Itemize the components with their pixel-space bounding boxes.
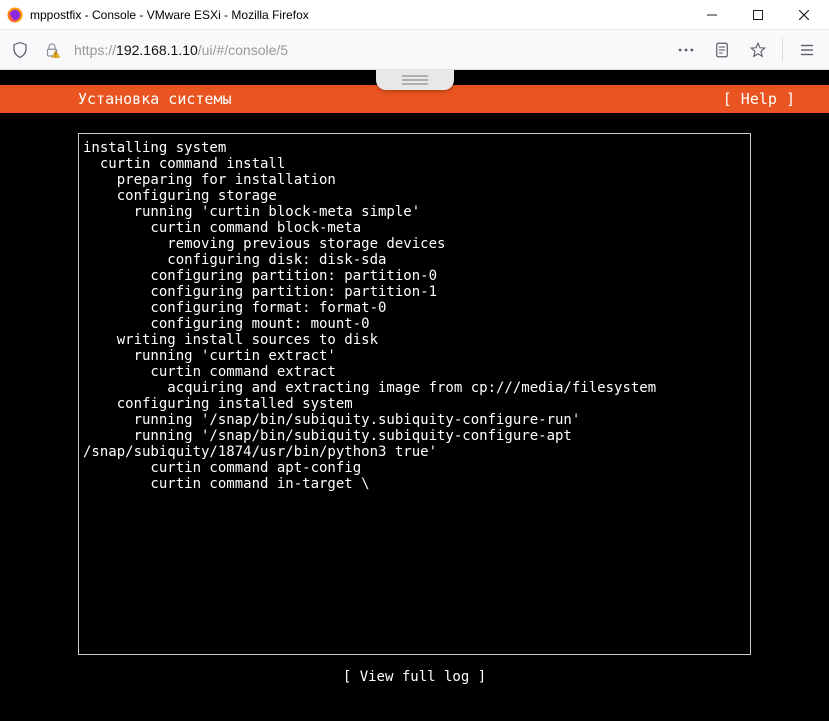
bookmark-button[interactable] — [742, 34, 774, 66]
window-title: mppostfix - Console - VMware ESXi - Mozi… — [30, 8, 689, 22]
firefox-icon — [6, 6, 24, 24]
page-actions-button[interactable] — [670, 34, 702, 66]
close-button[interactable] — [781, 0, 827, 30]
url-scheme: https:// — [74, 42, 116, 58]
address-bar[interactable]: https://192.168.1.10/ui/#/console/5 — [70, 42, 666, 58]
terminal-area: installing system curtin command install… — [0, 113, 829, 721]
install-log: installing system curtin command install… — [78, 133, 751, 655]
app-menu-button[interactable] — [791, 34, 823, 66]
browser-toolbar: https://192.168.1.10/ui/#/console/5 — [0, 30, 829, 70]
toolbar-divider — [782, 38, 783, 62]
url-path: /ui/#/console/5 — [198, 42, 288, 58]
console-viewport: Установка системы [ Help ] installing sy… — [0, 70, 829, 721]
window-titlebar: mppostfix - Console - VMware ESXi - Mozi… — [0, 0, 829, 30]
view-full-log-button[interactable]: [ View full log ] — [78, 655, 751, 709]
minimize-button[interactable] — [689, 0, 735, 30]
help-button[interactable]: [ Help ] — [723, 90, 795, 108]
window-controls — [689, 0, 827, 30]
url-host: 192.168.1.10 — [116, 42, 198, 58]
maximize-button[interactable] — [735, 0, 781, 30]
console-pull-tab[interactable] — [376, 70, 454, 90]
tracking-protection-icon[interactable] — [6, 36, 34, 64]
installer-header-title: Установка системы — [78, 90, 723, 108]
reader-mode-button[interactable] — [706, 34, 738, 66]
lock-warning-icon[interactable] — [38, 36, 66, 64]
